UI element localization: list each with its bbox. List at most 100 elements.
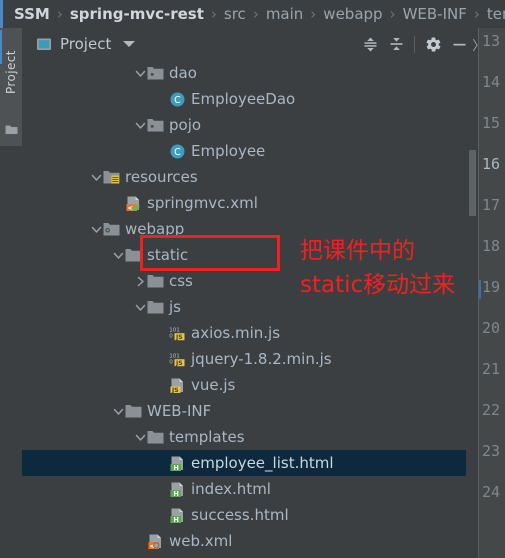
tree-row[interactable]: WEB-INF xyxy=(22,398,478,424)
breadcrumb-separator: › xyxy=(473,5,480,23)
annotation-line-1: 把课件中的 xyxy=(300,238,415,264)
resources-folder-icon xyxy=(103,169,120,186)
gutter-line-number: 16 xyxy=(482,155,501,173)
tree-row[interactable]: test xyxy=(22,554,478,558)
html-icon: H xyxy=(169,455,186,472)
min-js-icon: 101 0 JS xyxy=(169,351,186,368)
svg-text:C: C xyxy=(174,147,181,158)
breadcrumb-item-webinf[interactable]: WEB-INF xyxy=(402,0,468,28)
tree-row-label: css xyxy=(169,272,193,290)
project-panel-header: Project xyxy=(22,28,505,60)
folder-icon xyxy=(5,120,18,139)
tree-row[interactable]: < springmvc.xml xyxy=(22,190,478,216)
gutter-line-number: 15 xyxy=(482,114,501,132)
tree-row-label: resources xyxy=(125,168,198,186)
spring-xml-icon: < xyxy=(125,195,142,212)
folder-icon xyxy=(147,273,164,290)
tool-window-tab-project[interactable]: Project xyxy=(0,28,22,146)
breadcrumb-separator: › xyxy=(389,5,396,23)
minimize-button[interactable] xyxy=(446,31,472,57)
chevron-right-icon[interactable] xyxy=(134,275,147,288)
breadcrumb-separator: › xyxy=(56,5,63,23)
tree-row[interactable]: resources xyxy=(22,164,478,190)
chevron-down-icon[interactable] xyxy=(134,301,147,314)
svg-text:H: H xyxy=(173,463,179,471)
tree-row-label: vue.js xyxy=(191,376,236,394)
toolbar-divider xyxy=(414,35,416,53)
tree-row-label: Employee xyxy=(191,142,266,160)
chevron-down-icon[interactable] xyxy=(134,67,147,80)
breadcrumb-item-module[interactable]: spring-mvc-rest xyxy=(69,0,205,28)
tree-row-label: springmvc.xml xyxy=(147,194,258,212)
breadcrumb-separator: › xyxy=(252,5,259,23)
tree-scrollbar-thumb[interactable] xyxy=(469,150,476,216)
gutter-line-number: 19 xyxy=(482,278,501,296)
tree-row[interactable]: pojo xyxy=(22,112,478,138)
breadcrumb-item-webapp[interactable]: webapp xyxy=(322,0,383,28)
project-panel-title: Project xyxy=(60,35,112,53)
editor-gutter: 13 14 15 16 17 18 19 20 21 22 23 24 xyxy=(478,28,505,558)
tool-window-tab-label: Project xyxy=(4,50,18,94)
tree-row-label: web.xml xyxy=(169,532,233,550)
folder-icon xyxy=(125,247,142,264)
chevron-down-icon[interactable] xyxy=(90,223,103,236)
project-tree[interactable]: dao C EmployeeDao pojo C Employee resources < sp… xyxy=(22,60,478,558)
chevron-down-icon[interactable] xyxy=(134,119,147,132)
editor-caret-marker xyxy=(479,280,481,299)
tree-row[interactable]: Hemployee_list.html xyxy=(22,450,478,476)
svg-text:JS: JS xyxy=(175,334,183,341)
package-folder-icon xyxy=(147,117,164,134)
breadcrumb-item-src[interactable]: src xyxy=(223,0,247,28)
tree-row[interactable]: C Employee xyxy=(22,138,478,164)
tree-row[interactable]: C EmployeeDao xyxy=(22,86,478,112)
tree-row[interactable]: Hindex.html xyxy=(22,476,478,502)
collapse-all-button[interactable] xyxy=(383,31,409,57)
svg-text:H: H xyxy=(173,489,179,497)
breadcrumb-item-ssm[interactable]: SSM xyxy=(0,0,51,28)
settings-button[interactable] xyxy=(420,31,446,57)
chevron-down-icon[interactable] xyxy=(112,249,125,262)
tree-row-label: static xyxy=(147,246,189,264)
svg-text:0: 0 xyxy=(169,359,173,365)
tree-row-label: dao xyxy=(169,64,197,82)
svg-text:<: < xyxy=(128,203,133,211)
svg-text:JS: JS xyxy=(171,386,179,393)
tree-row[interactable]: 101 0 JS jquery-1.8.2.min.js xyxy=(22,346,478,372)
breadcrumb-separator: › xyxy=(310,5,317,23)
tree-row-label: index.html xyxy=(191,480,271,498)
chevron-down-icon[interactable] xyxy=(134,431,147,444)
gutter-line-number: 13 xyxy=(482,32,501,50)
tree-row[interactable]: templates xyxy=(22,424,478,450)
class-icon: C xyxy=(169,143,186,160)
folder-icon xyxy=(147,299,164,316)
tree-row[interactable]: Hsuccess.html xyxy=(22,502,478,528)
tree-row-label: EmployeeDao xyxy=(191,90,296,108)
svg-text:H: H xyxy=(173,515,179,523)
tree-row[interactable]: < web.xml xyxy=(22,528,478,554)
ide-window: SSM › spring-mvc-rest › src › main › web… xyxy=(0,0,505,558)
html-icon: H xyxy=(169,481,186,498)
expand-all-button[interactable] xyxy=(357,31,383,57)
chevron-down-icon[interactable] xyxy=(123,41,136,47)
annotation-line-2: static移动过来 xyxy=(300,272,456,298)
tree-row-label: success.html xyxy=(191,506,289,524)
breadcrumb: SSM › spring-mvc-rest › src › main › web… xyxy=(0,0,505,28)
svg-text:JS: JS xyxy=(175,360,183,367)
tree-row[interactable]: JS vue.js xyxy=(22,372,478,398)
gutter-line-number: 20 xyxy=(482,319,501,337)
gutter-line-number: 23 xyxy=(482,442,501,460)
breadcrumb-accent-bar xyxy=(0,0,3,28)
breadcrumb-item-templates[interactable]: temp xyxy=(486,0,505,28)
tree-row[interactable]: 101 0 JS axios.min.js xyxy=(22,320,478,346)
breadcrumb-item-main[interactable]: main xyxy=(265,0,304,28)
tree-scrollbar-track[interactable] xyxy=(466,60,478,558)
tree-row-label: jquery-1.8.2.min.js xyxy=(191,350,332,368)
gutter-line-number: 24 xyxy=(482,483,501,501)
webapp-folder-icon xyxy=(103,221,120,238)
gutter-line-number: 22 xyxy=(482,401,501,419)
tree-row[interactable]: dao xyxy=(22,60,478,86)
package-folder-icon xyxy=(147,65,164,82)
folder-icon xyxy=(147,429,164,446)
chevron-down-icon[interactable] xyxy=(90,171,103,184)
chevron-down-icon[interactable] xyxy=(112,405,125,418)
